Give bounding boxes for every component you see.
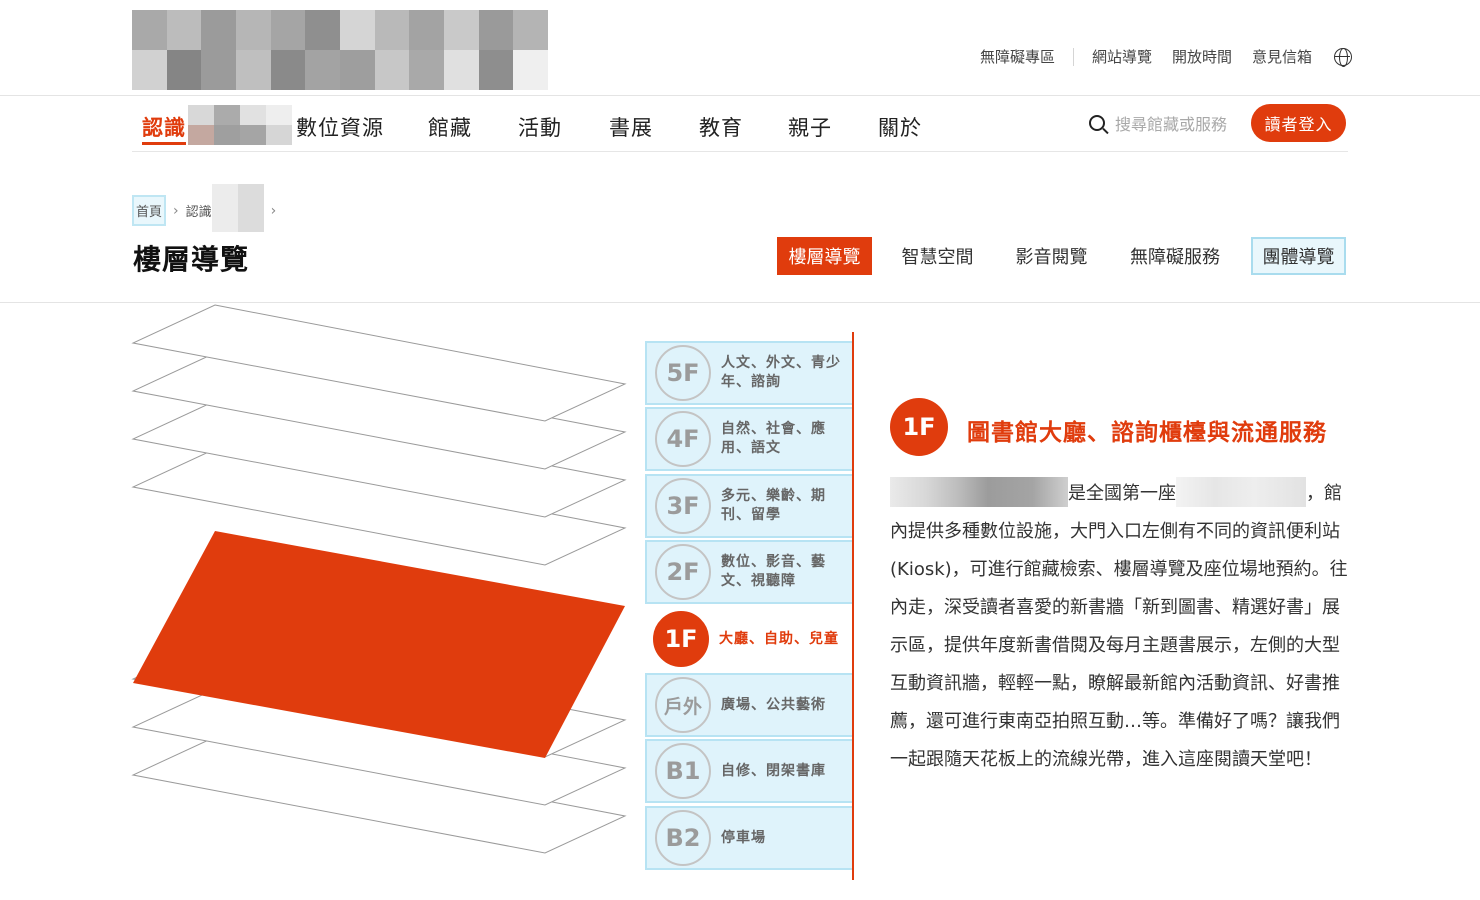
floor-row-3f[interactable]: 3F 多元、樂齡、期 刊、留學	[645, 474, 854, 538]
detail-floor-badge: 1F	[890, 398, 948, 456]
floor-row-5f[interactable]: 5F 人文、外文、青少 年、諮詢	[645, 341, 854, 405]
floor-row-2f[interactable]: 2F 數位、影音、藝 文、視聽障	[645, 540, 854, 604]
breadcrumb-current[interactable]: 認識	[186, 201, 212, 220]
nav-item-about-library[interactable]: 認識	[142, 112, 186, 142]
tab-smart-space[interactable]: 智慧空間	[890, 237, 985, 275]
util-link-hours[interactable]: 開放時間	[1172, 46, 1232, 67]
nav-item-collections[interactable]: 館藏	[428, 112, 472, 142]
floor-badge: 戶外	[655, 677, 711, 733]
floor-row-outdoor[interactable]: 戶外 廣場、公共藝術	[645, 673, 854, 737]
chevron-right-icon: ›	[173, 202, 179, 219]
floor-description: 停車場	[721, 829, 766, 846]
nav-item-digital-resources[interactable]: 數位資源	[296, 112, 384, 142]
divider	[1072, 47, 1074, 66]
floor-badge: B1	[655, 743, 711, 799]
main-nav: 認識 數位資源 館藏 活動 書展 教育 親子 關於 搜尋館藏或服務 讀者登入	[132, 96, 1348, 152]
floor-description: 人文、外文、青少 年、諮詢	[721, 355, 841, 390]
floor-description: 大廳、自助、兒童	[719, 630, 839, 647]
tab-floor-guide[interactable]: 樓層導覽	[777, 237, 872, 275]
floor-description: 廣場、公共藝術	[721, 696, 826, 713]
detail-description: 是全國第一座 ，館內提供多種數位設施，大門入口左側有不同的資訊便利站(Kiosk)…	[890, 475, 1350, 779]
floor-badge: 1F	[653, 611, 709, 667]
utility-links: 無障礙專區 網站導覽 開放時間 意見信箱	[980, 46, 1352, 67]
chevron-right-icon: ›	[270, 202, 277, 219]
redacted-text	[1176, 477, 1306, 507]
breadcrumb-redacted	[211, 184, 264, 232]
search-box[interactable]: 搜尋館藏或服務	[1089, 111, 1227, 135]
floor-row-b1[interactable]: B1 自修、閉架書庫	[645, 739, 854, 803]
tab-accessibility-services[interactable]: 無障礙服務	[1118, 237, 1232, 275]
nav-item-about[interactable]: 關於	[878, 112, 922, 142]
floor-badge: 5F	[655, 345, 711, 401]
floor-description: 數位、影音、藝 文、視聽障	[721, 554, 826, 589]
floor-badge: 2F	[655, 544, 711, 600]
util-link-sitemap[interactable]: 網站導覽	[1092, 46, 1152, 67]
nav-item-book-exhibitions[interactable]: 書展	[609, 112, 653, 142]
floor-stack-illustration	[131, 304, 627, 854]
util-link-feedback[interactable]: 意見信箱	[1252, 46, 1312, 67]
floor-badge: 4F	[655, 411, 711, 467]
globe-icon[interactable]	[1334, 47, 1352, 67]
breadcrumb: 首頁 › 認識 ›	[132, 184, 283, 232]
nav-item-family[interactable]: 親子	[788, 112, 832, 142]
floor-description: 自然、社會、應 用、語文	[721, 421, 826, 456]
site-logo-redacted[interactable]	[132, 10, 548, 90]
nav-active-underline	[142, 142, 186, 145]
floor-row-b2[interactable]: B2 停車場	[645, 806, 854, 870]
vertical-divider	[852, 332, 854, 880]
tab-av-reading[interactable]: 影音閱覽	[1004, 237, 1099, 275]
redacted-text	[890, 477, 1068, 507]
nav-item-redacted	[188, 105, 292, 145]
tab-group-tours[interactable]: 團體導覽	[1251, 237, 1346, 275]
breadcrumb-home[interactable]: 首頁	[132, 195, 167, 226]
floor-badge: 3F	[655, 478, 711, 534]
nav-item-education[interactable]: 教育	[699, 112, 743, 142]
search-placeholder[interactable]: 搜尋館藏或服務	[1115, 111, 1227, 135]
floor-row-4f[interactable]: 4F 自然、社會、應 用、語文	[645, 407, 854, 471]
login-button[interactable]: 讀者登入	[1251, 104, 1346, 142]
floor-row-1f[interactable]: 1F 大廳、自助、兒童	[645, 607, 854, 671]
util-link-accessibility[interactable]: 無障礙專區	[980, 46, 1055, 67]
nav-item-events[interactable]: 活動	[518, 112, 562, 142]
search-icon[interactable]	[1089, 115, 1105, 131]
page-title: 樓層導覽	[133, 243, 250, 276]
detail-heading: 圖書館大廳、諮詢櫃檯與流通服務	[967, 420, 1327, 446]
floor-description: 多元、樂齡、期 刊、留學	[721, 488, 826, 523]
floor-description: 自修、閉架書庫	[721, 762, 826, 779]
floor-badge: B2	[655, 810, 711, 866]
